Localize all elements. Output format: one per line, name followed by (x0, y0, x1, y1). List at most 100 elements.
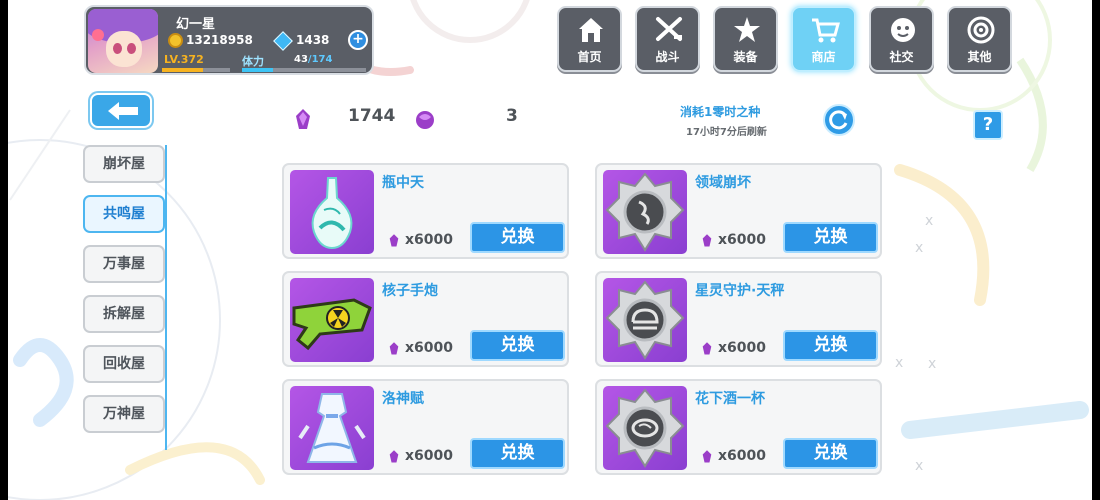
tab-gongming[interactable]: 共鸣屋 (83, 195, 165, 233)
stamina-value: 43/174 (294, 54, 333, 65)
libra-badge-icon (605, 280, 685, 360)
wine-badge-icon (605, 388, 685, 468)
exchange-button[interactable]: 兑换 (470, 330, 565, 361)
tab-wanshen[interactable]: 万神屋 (83, 395, 165, 433)
nav-battle-button[interactable]: 战斗 (635, 6, 700, 72)
tab-huishou[interactable]: 回收屋 (83, 345, 165, 383)
star-gun-icon (734, 17, 760, 42)
item-thumbnail (290, 170, 374, 254)
item-name: 领域崩坏 (695, 175, 751, 191)
nav-home-label: 首页 (577, 50, 602, 64)
item-thumbnail (290, 278, 374, 362)
friend-face-icon (891, 18, 915, 42)
crossed-swords-icon (656, 17, 682, 41)
nav-social-label: 社交 (889, 50, 914, 64)
back-arrow-icon (108, 102, 138, 120)
nav-equipment-button[interactable]: 装备 (713, 6, 778, 72)
svg-text:x: x (915, 458, 923, 474)
shop-item-card[interactable]: 瓶中天 x6000 兑换 (282, 163, 569, 259)
player-profile-panel[interactable]: 幻一星 13218958 1438 + LV.372 体力 43/174 (84, 5, 374, 75)
item-price: x6000 (718, 340, 766, 356)
item-price: x6000 (405, 448, 453, 464)
gold-coin-icon (168, 33, 183, 48)
crystal-icon (273, 31, 293, 51)
top-navigation: 首页 战斗 装备 商店 社交 其他 (557, 6, 1012, 72)
item-name: 瓶中天 (382, 175, 424, 191)
level-progress-bar (162, 68, 230, 72)
nav-other-label: 其他 (967, 50, 992, 64)
exchange-button[interactable]: 兑换 (470, 222, 565, 253)
shop-item-grid: 瓶中天 x6000 兑换 领域崩坏 x6000 兑换 核子手炮 x6000 兑换… (282, 163, 882, 475)
resonance-crystal-icon (389, 234, 399, 247)
nav-social-button[interactable]: 社交 (869, 6, 934, 72)
svg-text:x: x (928, 356, 936, 372)
resonance-crystal-icon (702, 234, 712, 247)
resonance-crystal-icon (702, 450, 712, 463)
resonance-crystal-icon (296, 109, 310, 129)
target-icon (967, 16, 995, 44)
stamina-label: 体力 (242, 55, 264, 68)
nav-home-button[interactable]: 首页 (557, 6, 622, 72)
resonance-crystal-icon (389, 342, 399, 355)
nav-equipment-label: 装备 (733, 50, 758, 64)
nav-battle-label: 战斗 (655, 50, 680, 64)
exchange-button[interactable]: 兑换 (783, 330, 878, 361)
resonance-orb-icon (416, 111, 434, 129)
gold-amount: 13218958 (186, 33, 253, 47)
tab-divider (165, 145, 167, 450)
crystal-amount: 1438 (296, 33, 330, 47)
tab-wanshi[interactable]: 万事屋 (83, 245, 165, 283)
svg-text:x: x (915, 240, 923, 256)
dress-icon (298, 393, 366, 463)
tab-chaijie[interactable]: 拆解屋 (83, 295, 165, 333)
house-icon (579, 18, 603, 42)
refresh-cost-label: 消耗1零时之种 (680, 105, 761, 119)
refresh-icon (829, 110, 848, 130)
item-name: 洛神赋 (382, 391, 424, 407)
avatar[interactable] (88, 9, 158, 73)
exchange-button[interactable]: 兑换 (470, 438, 565, 469)
shop-item-card[interactable]: 星灵守护·天秤 x6000 兑换 (595, 271, 882, 367)
stamina-progress-bar (242, 68, 366, 72)
item-price: x6000 (718, 448, 766, 464)
exchange-button[interactable]: 兑换 (783, 438, 878, 469)
player-name: 幻一星 (176, 17, 216, 32)
shop-category-tabs: 崩坏屋 共鸣屋 万事屋 拆解屋 回收屋 万神屋 (83, 145, 165, 445)
back-button[interactable] (90, 93, 152, 128)
shop-item-card[interactable]: 领域崩坏 x6000 兑换 (595, 163, 882, 259)
nav-shop-label: 商店 (811, 50, 836, 64)
exchange-button[interactable]: 兑换 (783, 222, 878, 253)
refresh-button[interactable] (823, 104, 855, 136)
item-thumbnail (603, 170, 687, 254)
item-price: x6000 (718, 232, 766, 248)
svg-text:x: x (895, 355, 903, 371)
resonance-orb-amount: 3 (506, 106, 518, 126)
shop-item-card[interactable]: 花下酒一杯 x6000 兑换 (595, 379, 882, 475)
screen-bezel-right (1092, 0, 1100, 500)
shop-item-card[interactable]: 核子手炮 x6000 兑换 (282, 271, 569, 367)
tab-benghuai[interactable]: 崩坏屋 (83, 145, 165, 183)
item-thumbnail (603, 386, 687, 470)
vase-icon (311, 177, 353, 250)
item-name: 星灵守护·天秤 (695, 283, 785, 299)
resonance-crystal-amount: 1744 (348, 106, 396, 126)
item-thumbnail (603, 278, 687, 362)
resonance-crystal-icon (702, 342, 712, 355)
nav-other-button[interactable]: 其他 (947, 6, 1012, 72)
item-thumbnail (290, 386, 374, 470)
player-level: LV.372 (164, 53, 204, 66)
item-name: 花下酒一杯 (695, 391, 765, 407)
help-button[interactable]: ? (973, 110, 1003, 140)
resonance-crystal-icon (389, 450, 399, 463)
screen-bezel-left (0, 0, 8, 500)
shop-item-card[interactable]: 洛神赋 x6000 兑换 (282, 379, 569, 475)
shopping-cart-icon (812, 18, 840, 43)
nav-shop-button[interactable]: 商店 (791, 6, 856, 72)
refresh-countdown: 17小时7分后刷新 (686, 127, 767, 138)
item-price: x6000 (405, 340, 453, 356)
add-crystal-button[interactable]: + (348, 30, 368, 50)
nuclear-cannon-icon (292, 298, 372, 351)
svg-text:x: x (925, 213, 933, 229)
item-name: 核子手炮 (382, 283, 438, 299)
item-price: x6000 (405, 232, 453, 248)
